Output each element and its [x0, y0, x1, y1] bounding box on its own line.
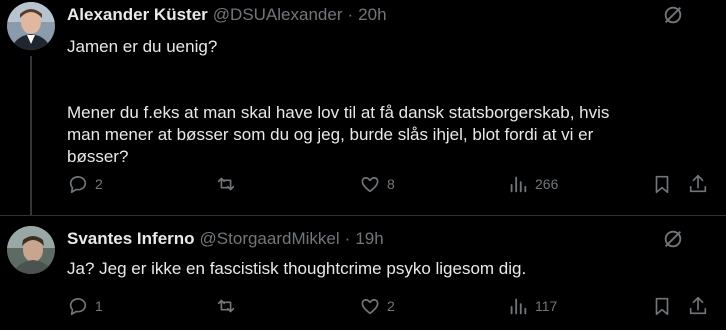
timestamp[interactable]: 19h: [355, 229, 383, 249]
thread-line: [30, 56, 32, 215]
action-bar: 1 2 117: [67, 293, 716, 319]
share-button[interactable]: [687, 293, 709, 319]
tweet-2[interactable]: Svantes Inferno @StorgaardMikkel · 19h J…: [0, 216, 726, 330]
tweet-text-line: [67, 58, 706, 80]
views-count: 117: [535, 298, 558, 314]
tweet-header: Svantes Inferno @StorgaardMikkel · 19h: [67, 228, 656, 250]
reply-icon: [69, 176, 87, 194]
display-name[interactable]: Alexander Küster: [67, 5, 208, 25]
repost-icon: [217, 177, 235, 191]
bookmark-icon: [655, 297, 669, 316]
separator-dot: ·: [344, 229, 351, 248]
grok-icon[interactable]: [662, 228, 684, 250]
tweet-header: Alexander Küster @DSUAlexander · 20h: [67, 4, 656, 26]
like-icon: [361, 177, 379, 193]
tweet-text-line: bøsser?: [67, 147, 129, 166]
like-count: 8: [387, 176, 395, 192]
grok-icon[interactable]: [662, 4, 684, 26]
views-count: 266: [535, 176, 559, 192]
repost-button[interactable]: [215, 171, 237, 197]
like-icon: [361, 299, 379, 315]
separator-dot: ·: [347, 5, 354, 24]
tweet-text-line: Mener du f.eks at man skal have lov til …: [67, 103, 610, 122]
user-handle[interactable]: @StorgaardMikkel: [200, 229, 340, 249]
tweet-text-line: man mener at bøsser som du og jeg, burde…: [67, 125, 594, 144]
reply-count: 2: [95, 176, 103, 192]
avatar[interactable]: [7, 226, 55, 274]
tweet-text: Jamen er du uenig? Mener du f.eks at man…: [67, 36, 706, 168]
tweet-text-line: Ja? Jeg er ikke en fascistisk thoughtcri…: [67, 259, 527, 278]
like-button[interactable]: 2: [359, 293, 395, 319]
views-icon: [510, 176, 527, 193]
user-handle[interactable]: @DSUAlexander: [213, 5, 343, 25]
share-button[interactable]: [687, 171, 709, 197]
repost-button[interactable]: [215, 293, 237, 319]
views-icon: [510, 298, 527, 315]
display-name[interactable]: Svantes Inferno: [67, 229, 195, 249]
tweet-text-line: Jamen er du uenig?: [67, 37, 218, 56]
tweet-text: Ja? Jeg er ikke en fascistisk thoughtcri…: [67, 258, 706, 280]
avatar[interactable]: [7, 2, 55, 50]
like-count: 2: [387, 298, 395, 314]
reply-button[interactable]: 2: [67, 171, 103, 197]
reply-button[interactable]: 1: [67, 293, 103, 319]
bookmark-button[interactable]: [651, 171, 673, 197]
bookmark-button[interactable]: [651, 293, 673, 319]
share-icon: [689, 174, 707, 193]
reply-icon: [69, 298, 87, 316]
reply-count: 1: [95, 298, 103, 314]
timestamp[interactable]: 20h: [358, 5, 386, 25]
views-button[interactable]: 117: [507, 293, 557, 319]
tweet-1[interactable]: Alexander Küster @DSUAlexander · 20h Jam…: [0, 0, 726, 215]
bookmark-icon: [655, 175, 669, 194]
action-bar: 2 8 266: [67, 171, 716, 197]
like-button[interactable]: 8: [359, 171, 395, 197]
views-button[interactable]: 266: [507, 171, 558, 197]
share-icon: [689, 296, 707, 315]
repost-icon: [217, 299, 235, 313]
